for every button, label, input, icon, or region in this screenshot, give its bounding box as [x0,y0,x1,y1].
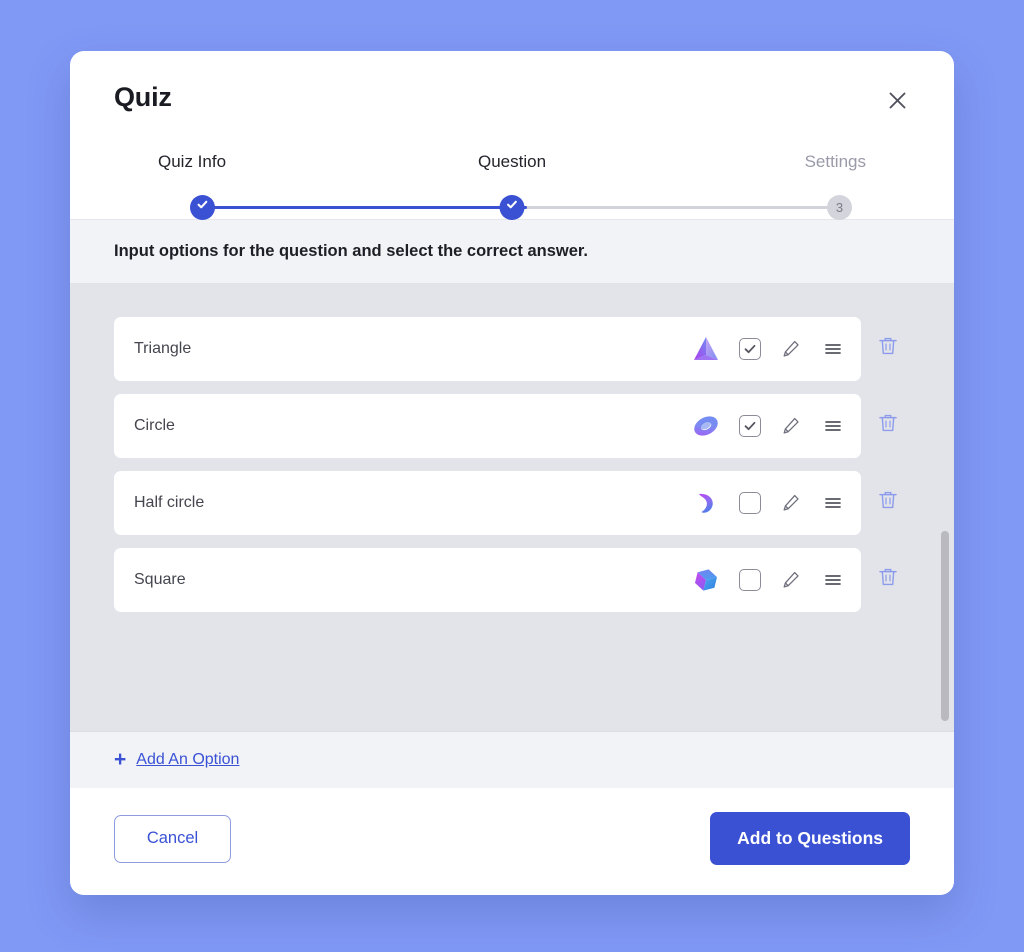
option-controls [691,565,845,595]
stepper: Quiz Info Question Settings 3 [158,153,866,221]
modal-header: Quiz Quiz Info Question Settings 3 [70,51,954,221]
step-label-settings: Settings [804,151,866,171]
pencil-icon[interactable] [779,491,803,515]
add-option-button[interactable]: + Add An Option [114,749,239,770]
option-controls [691,411,845,441]
option-label: Square [134,570,186,588]
trash-icon [877,335,899,362]
triangle-3d-icon [691,334,721,364]
step-label-question: Question [477,151,547,171]
trash-icon [877,489,899,516]
cancel-button[interactable]: Cancel [114,814,231,863]
option-card[interactable]: Triangle [114,316,861,381]
check-icon [196,198,209,216]
step-number-label: 3 [835,199,844,215]
modal-footer: Cancel Add to Questions [70,788,954,895]
drag-handle-icon[interactable] [821,337,845,361]
list-item: Square [114,547,910,612]
option-label: Half circle [134,493,205,511]
trash-icon [877,566,899,593]
delete-option-button[interactable] [866,481,910,525]
pencil-icon[interactable] [779,568,803,592]
option-controls [691,334,845,364]
stepper-track: 3 [158,194,866,221]
options-panel: Triangle Circle Half circle Square [70,282,954,731]
option-correct-checkbox[interactable] [739,491,761,514]
pencil-icon[interactable] [779,337,803,361]
trash-icon [877,412,899,439]
pencil-icon[interactable] [779,414,803,438]
close-button[interactable] [880,85,914,119]
list-item: Circle [114,393,910,458]
step-dot-question[interactable] [499,194,525,220]
option-card[interactable]: Square [114,547,861,612]
torus-3d-icon [691,411,721,441]
add-option-label: Add An Option [136,750,240,768]
half-circle-3d-icon [691,488,721,518]
close-icon [887,90,908,114]
option-card[interactable]: Half circle [114,470,861,535]
list-item: Half circle [114,470,910,535]
delete-option-button[interactable] [866,327,910,371]
page-title: Quiz [114,82,172,112]
option-card[interactable]: Circle [114,393,861,458]
step-dot-settings[interactable]: 3 [827,194,852,220]
instruction-bar: Input options for the question and selec… [70,218,954,283]
scrollbar[interactable] [940,283,950,731]
option-label: Triangle [134,339,192,357]
options-list: Triangle Circle Half circle Square [70,283,954,655]
option-correct-checkbox[interactable] [739,414,761,437]
option-controls [691,488,845,518]
drag-handle-icon[interactable] [821,568,845,592]
add-option-strip: + Add An Option [70,731,954,788]
plus-icon: + [114,748,127,771]
scrollbar-thumb[interactable] [941,530,949,721]
add-to-questions-button[interactable]: Add to Questions [710,812,910,865]
instruction-text: Input options for the question and selec… [114,241,588,260]
delete-option-button[interactable] [866,558,910,602]
option-correct-checkbox[interactable] [739,337,761,360]
drag-handle-icon[interactable] [821,491,845,515]
option-label: Circle [134,416,175,434]
check-icon [506,198,519,216]
option-correct-checkbox[interactable] [739,568,761,591]
stepper-line-progress [202,205,527,209]
stepper-labels: Quiz Info Question Settings [158,153,866,177]
cube-3d-icon [691,565,721,595]
quiz-modal: Quiz Quiz Info Question Settings 3 Input… [70,51,954,895]
step-label-quiz-info: Quiz Info [158,151,227,171]
step-dot-quiz-info[interactable] [190,194,215,220]
list-item: Triangle [114,316,910,381]
delete-option-button[interactable] [866,404,910,448]
drag-handle-icon[interactable] [821,414,845,438]
